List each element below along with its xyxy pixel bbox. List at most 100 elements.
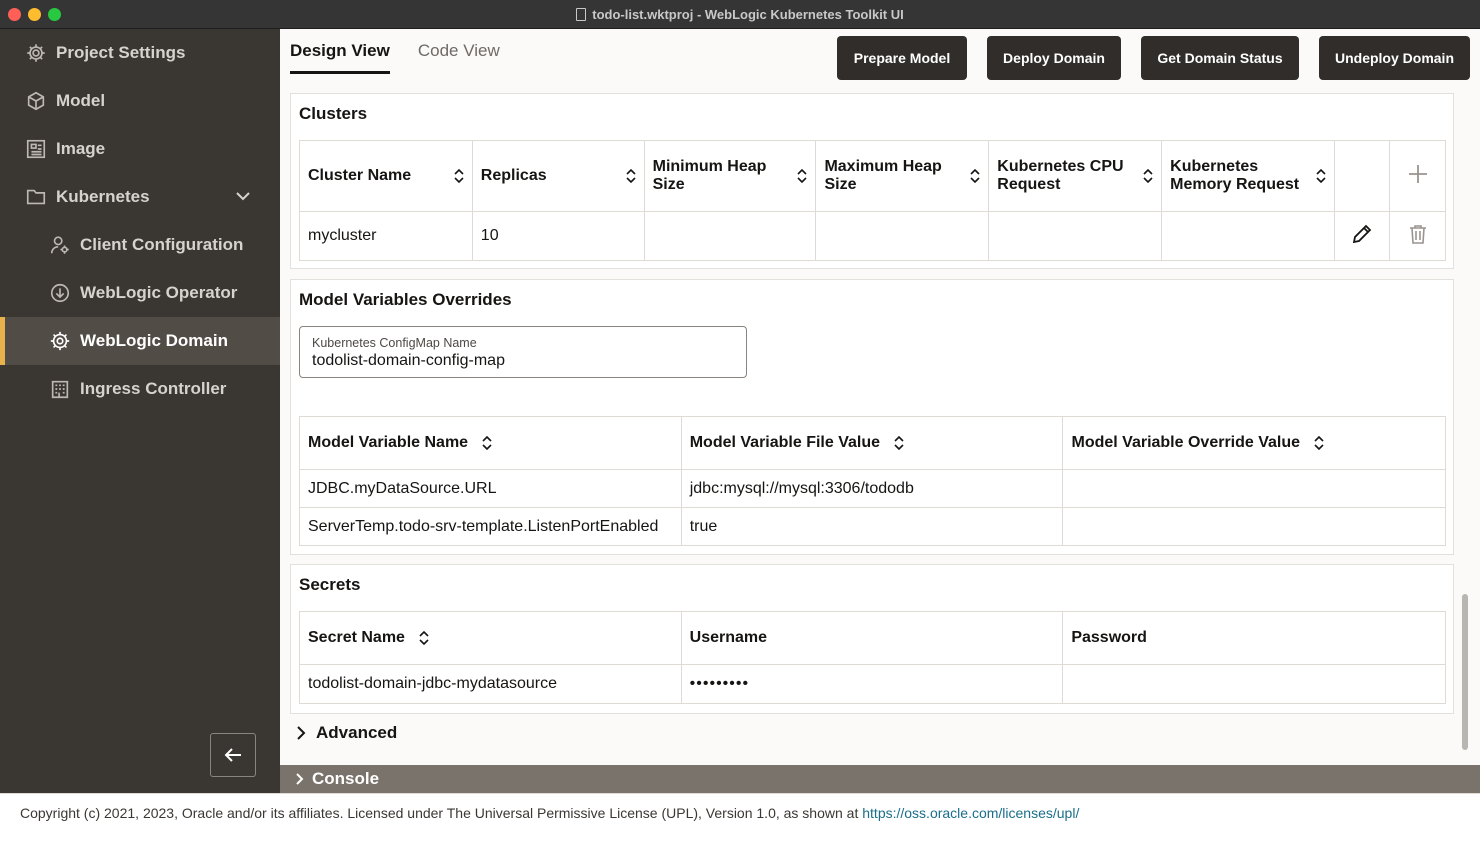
console-toggle[interactable]: Console	[280, 765, 1480, 793]
window-titlebar: todo-list.wktproj - WebLogic Kubernetes …	[0, 0, 1480, 29]
chevron-right-icon	[297, 726, 306, 740]
edit-pencil-icon[interactable]	[1351, 223, 1373, 245]
sidebar-item-label: Model	[56, 91, 106, 110]
table-header-row: Cluster Name Replicas Minimum Heap Size …	[299, 140, 1446, 212]
sidebar-item-label: WebLogic Domain	[80, 331, 228, 350]
prepare-model-button[interactable]: Prepare Model	[837, 36, 967, 80]
column-header[interactable]: Model Variable Name	[299, 416, 682, 470]
undeploy-domain-button[interactable]: Undeploy Domain	[1319, 36, 1470, 80]
column-header[interactable]: Model Variable Override Value	[1062, 416, 1446, 470]
column-header: Username	[680, 611, 1064, 665]
chevron-down-icon[interactable]	[234, 187, 252, 205]
table-cell	[1334, 211, 1390, 261]
column-header[interactable]: Model Variable File Value	[680, 416, 1064, 470]
field-value: todolist-domain-config-map	[312, 352, 505, 369]
sidebar-item-weblogic-operator[interactable]: WebLogic Operator	[0, 269, 280, 317]
sort-icon[interactable]	[454, 169, 464, 183]
column-header[interactable]: Minimum Heap Size	[643, 140, 817, 212]
column-header-add	[1389, 140, 1446, 212]
section-title: Secrets	[299, 575, 361, 594]
document-icon	[576, 8, 587, 21]
sort-icon[interactable]	[1316, 169, 1326, 183]
table-header-row: Model Variable Name Model Variable File …	[299, 416, 1446, 470]
chevron-right-icon	[296, 773, 304, 785]
table-header-row: Secret Name Username Password	[299, 611, 1446, 665]
sidebar-item-label: Image	[56, 139, 106, 158]
column-header[interactable]: Maximum Heap Size	[815, 140, 990, 212]
column-header: Password	[1062, 611, 1446, 665]
table-cell: true	[680, 507, 1064, 546]
password-cell[interactable]	[1062, 664, 1446, 704]
username-cell[interactable]: •••••••••	[680, 664, 1064, 704]
image-icon	[24, 137, 48, 161]
override-value-cell[interactable]	[1062, 507, 1446, 546]
sort-icon[interactable]	[1143, 169, 1153, 183]
field-label: Kubernetes ConfigMap Name	[312, 336, 477, 350]
building-icon	[48, 377, 72, 401]
copyright-text: Copyright (c) 2021, 2023, Oracle and/or …	[20, 805, 863, 821]
deploy-domain-button[interactable]: Deploy Domain	[987, 36, 1121, 80]
sort-icon[interactable]	[482, 435, 492, 450]
sidebar-item-client-configuration[interactable]: Client Configuration	[0, 221, 280, 269]
override-value-cell[interactable]	[1062, 469, 1446, 508]
secrets-table: Secret Name Username Password todolist-d…	[299, 611, 1446, 704]
table-cell	[643, 211, 817, 261]
sidebar-item-label: Client Configuration	[80, 235, 244, 254]
sidebar-item-weblogic-domain[interactable]: WebLogic Domain	[0, 317, 280, 365]
header-label: Kubernetes CPU Request	[997, 158, 1124, 193]
column-header[interactable]: Kubernetes Memory Request	[1161, 140, 1336, 212]
add-row-icon[interactable]	[1407, 163, 1429, 185]
sidebar-item-label: WebLogic Operator	[80, 283, 238, 302]
configmap-name-field[interactable]: Kubernetes ConfigMap Name todolist-domai…	[299, 326, 747, 378]
table-cell	[1389, 211, 1446, 261]
sort-icon[interactable]	[419, 630, 429, 645]
tab-design-view[interactable]: Design View	[290, 41, 390, 74]
model-variables-table: Model Variable Name Model Variable File …	[299, 416, 1446, 546]
header-label: Maximum Heap Size	[824, 158, 942, 193]
collapse-sidebar-button[interactable]	[210, 733, 256, 777]
advanced-label: Advanced	[316, 723, 398, 742]
table-row: mycluster 10	[299, 211, 1446, 261]
sidebar-item-image[interactable]: Image	[0, 125, 280, 173]
column-header[interactable]: Kubernetes CPU Request	[988, 140, 1163, 212]
sidebar-item-model[interactable]: Model	[0, 77, 280, 125]
delete-trash-icon[interactable]	[1407, 223, 1429, 245]
column-header-actions	[1334, 140, 1390, 212]
clusters-table: Cluster Name Replicas Minimum Heap Size …	[299, 140, 1446, 261]
secrets-section: Secrets Secret Name Username Password to…	[290, 564, 1454, 714]
sidebar-item-ingress-controller[interactable]: Ingress Controller	[0, 365, 280, 413]
sidebar-item-project-settings[interactable]: Project Settings	[0, 29, 280, 77]
folder-icon	[24, 185, 48, 209]
column-header[interactable]: Replicas	[471, 140, 645, 212]
column-header[interactable]: Cluster Name	[299, 140, 473, 212]
table-row: ServerTemp.todo-srv-template.ListenPortE…	[299, 507, 1446, 546]
gear-icon	[24, 41, 48, 65]
sort-icon[interactable]	[894, 435, 904, 450]
table-cell: jdbc:mysql://mysql:3306/tododb	[680, 469, 1064, 508]
sidebar: Project Settings Model Image Kubernetes …	[0, 29, 280, 793]
column-header[interactable]: Secret Name	[299, 611, 682, 665]
section-title: Model Variables Overrides	[299, 290, 512, 309]
domain-gear-icon	[48, 329, 72, 353]
tab-code-view[interactable]: Code View	[418, 41, 500, 74]
console-label: Console	[312, 769, 380, 788]
license-link[interactable]: https://oss.oracle.com/licenses/upl/	[862, 805, 1079, 821]
main-content: Design View Code View Prepare Model Depl…	[280, 29, 1480, 765]
sort-icon[interactable]	[1314, 435, 1324, 450]
get-domain-status-button[interactable]: Get Domain Status	[1141, 36, 1299, 80]
sidebar-item-kubernetes[interactable]: Kubernetes	[0, 173, 280, 221]
vertical-scrollbar[interactable]	[1462, 594, 1468, 750]
download-circle-icon	[48, 281, 72, 305]
table-cell	[815, 211, 990, 261]
table-cell: ServerTemp.todo-srv-template.ListenPortE…	[299, 507, 682, 546]
model-variables-overrides-section: Model Variables Overrides Kubernetes Con…	[290, 279, 1454, 555]
advanced-toggle[interactable]: Advanced	[294, 723, 397, 743]
sort-icon[interactable]	[626, 169, 636, 183]
window-title: todo-list.wktproj - WebLogic Kubernetes …	[0, 7, 1480, 22]
sort-icon[interactable]	[970, 169, 980, 183]
sort-icon[interactable]	[797, 169, 808, 183]
table-cell: mycluster	[299, 211, 473, 261]
table-cell: todolist-domain-jdbc-mydatasource	[299, 664, 682, 704]
table-cell	[988, 211, 1163, 261]
header-label: Secret Name	[308, 629, 405, 646]
